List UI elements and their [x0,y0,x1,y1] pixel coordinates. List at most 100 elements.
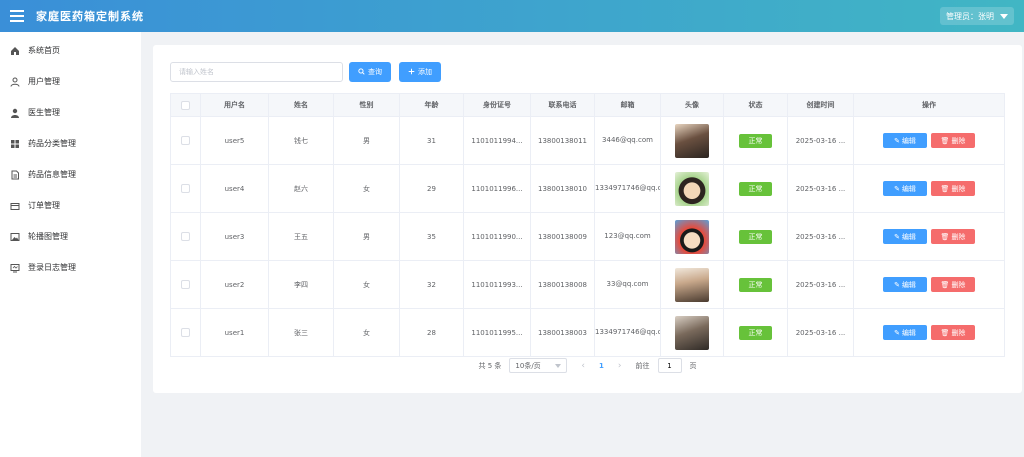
select-all-cell[interactable] [170,93,201,117]
delete-button[interactable]: 🗑 删除 [931,133,975,148]
grid-icon [10,139,20,149]
next-page-button[interactable]: › [612,361,628,371]
edit-button[interactable]: ✎ 编辑 [883,277,927,292]
plus-icon [408,68,415,77]
sidebar-item-label: 系统首页 [28,46,60,55]
column-header: 身份证号 [463,93,531,117]
delete-button[interactable]: 🗑 删除 [931,229,975,244]
actions-cell: ✎ 编辑 🗑 删除 [853,308,1005,357]
name-cell: 王五 [268,212,334,261]
created-time-cell: 2025-03-16 ... [787,212,854,261]
actions-cell: ✎ 编辑 🗑 删除 [853,212,1005,261]
status-badge: 正常 [739,229,772,244]
edit-icon: ✎ [894,184,900,193]
sidebar-item-label: 用户管理 [28,77,60,86]
sidebar-item-users[interactable]: 用户管理 [0,66,141,97]
user-outline-icon [10,77,20,87]
avatar[interactable] [675,315,709,350]
actions-cell: ✎ 编辑 🗑 删除 [853,164,1005,213]
sidebar-item-orders[interactable]: 订单管理 [0,190,141,221]
sidebar-item-label: 药品信息管理 [28,170,76,179]
name-cell: 李四 [268,260,334,309]
row-checkbox[interactable] [181,184,190,193]
table-row: user1 张三 女 28 1101011995... 13800138003 … [170,308,1005,357]
delete-button[interactable]: 🗑 删除 [931,277,975,292]
phone-cell: 13800138008 [530,260,595,309]
row-checkbox[interactable] [181,232,190,241]
pagination: 共 5 条 10条/页 ‹ 1 › 前往 页 [153,358,1022,373]
email-cell: 123@qq.com [594,212,661,261]
add-button-label: 添加 [418,68,432,76]
status-badge: 正常 [739,133,772,148]
search-icon [358,67,365,77]
table-row: user4 赵六 女 29 1101011996... 13800138010 … [170,164,1005,213]
main-content: 查询 添加 用户名 姓名 性别 年龄 身份证号 联系电话 邮箱 头像 状态 [153,45,1022,393]
page-number[interactable]: 1 [599,362,604,370]
sidebar-item-drug-info[interactable]: 药品信息管理 [0,159,141,190]
goto-page-input[interactable] [657,358,682,373]
sidebar-item-login-logs[interactable]: 登录日志管理 [0,252,141,283]
row-select-cell[interactable] [170,212,201,261]
app-header: 家庭医药箱定制系统 管理员：张明 [0,0,1024,32]
row-select-cell[interactable] [170,260,201,309]
prev-page-button[interactable]: ‹ [575,361,591,371]
row-checkbox[interactable] [181,280,190,289]
age-cell: 32 [399,260,464,309]
edit-button[interactable]: ✎ 编辑 [883,325,927,340]
created-time-cell: 2025-03-16 ... [787,308,854,357]
avatar[interactable] [675,123,709,158]
avatar[interactable] [675,171,709,206]
sidebar-item-home[interactable]: 系统首页 [0,35,141,66]
sidebar-item-drug-categories[interactable]: 药品分类管理 [0,128,141,159]
row-checkbox[interactable] [181,136,190,145]
add-button[interactable]: 添加 [399,62,441,82]
sidebar-item-label: 医生管理 [28,108,60,117]
row-select-cell[interactable] [170,164,201,213]
phone-cell: 13800138011 [530,116,595,165]
sidebar-item-doctors[interactable]: 医生管理 [0,97,141,128]
id-card-cell: 1101011993... [463,260,531,309]
column-header: 状态 [723,93,788,117]
delete-button-label: 删除 [951,328,966,337]
table-row: user3 王五 男 35 1101011990... 13800138009 … [170,212,1005,261]
status-cell: 正常 [723,164,788,213]
avatar[interactable] [675,219,709,254]
user-table: 用户名 姓名 性别 年龄 身份证号 联系电话 邮箱 头像 状态 创建时间 操作 … [170,93,1005,357]
edit-icon: ✎ [894,136,900,145]
home-icon [10,46,20,56]
created-time-cell: 2025-03-16 ... [787,260,854,309]
edit-icon: ✎ [894,280,900,289]
delete-button[interactable]: 🗑 删除 [931,325,975,340]
age-cell: 31 [399,116,464,165]
status-cell: 正常 [723,308,788,357]
username-cell: user2 [200,260,269,309]
delete-button-label: 删除 [951,136,966,145]
row-select-cell[interactable] [170,116,201,165]
avatar[interactable] [675,267,709,302]
sidebar-item-label: 订单管理 [28,201,60,210]
trash-icon: 🗑 [940,232,950,241]
menu-toggle-icon[interactable] [10,10,24,22]
row-select-cell[interactable] [170,308,201,357]
edit-button[interactable]: ✎ 编辑 [883,181,927,196]
delete-button[interactable]: 🗑 删除 [931,181,975,196]
edit-button[interactable]: ✎ 编辑 [883,229,927,244]
page-size-select[interactable]: 10条/页 [509,358,568,373]
gender-cell: 男 [333,116,400,165]
chevron-down-icon [555,363,562,368]
search-input[interactable] [170,62,343,82]
sidebar-item-carousel[interactable]: 轮播图管理 [0,221,141,252]
search-button[interactable]: 查询 [349,62,391,82]
id-card-cell: 1101011990... [463,212,531,261]
picture-icon [10,232,20,242]
id-card-cell: 1101011995... [463,308,531,357]
row-checkbox[interactable] [181,328,190,337]
admin-dropdown[interactable]: 管理员：张明 [940,7,1014,25]
trash-icon: 🗑 [940,184,950,193]
edit-button-label: 编辑 [901,184,916,193]
gender-cell: 男 [333,212,400,261]
select-all-checkbox[interactable] [181,100,190,110]
actions-cell: ✎ 编辑 🗑 删除 [853,116,1005,165]
edit-button[interactable]: ✎ 编辑 [883,133,927,148]
caret-down-icon [1000,13,1008,19]
